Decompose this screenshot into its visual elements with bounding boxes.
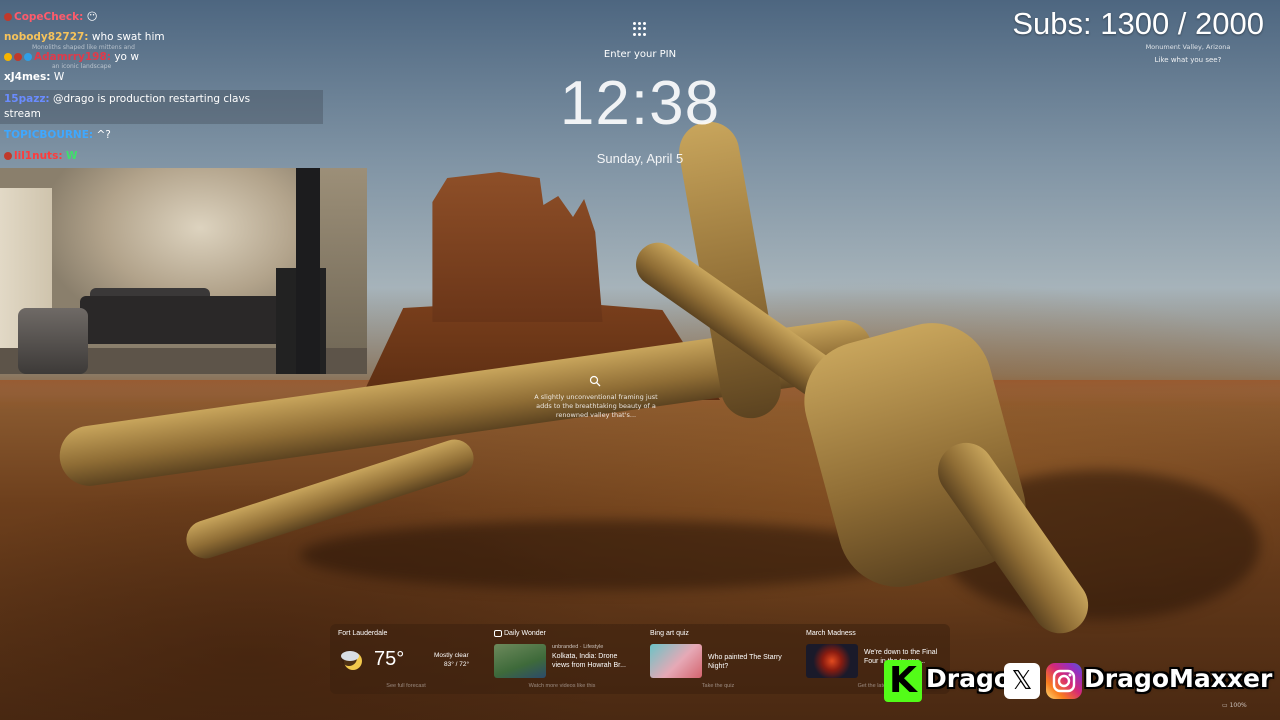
widget-footer[interactable]: See full forecast [330,683,482,689]
gem-icon [24,53,32,61]
chat-message: nobody82727: who swat him [4,31,165,43]
kick-icon: K [884,660,922,702]
chat-text: W [65,150,78,162]
crown-icon [4,53,12,61]
instagram-name: DragoMaxxer [1084,664,1273,693]
widget-footer[interactable]: Take the quiz [642,683,794,689]
chat-text: yo w [114,51,139,63]
chair [18,308,88,374]
pin-prompt[interactable]: Enter your PIN [580,49,700,60]
widget-source: unbranded · Lifestyle [552,644,604,650]
chat-user: TOPICBOURNE: [4,129,94,141]
instagram-icon [1046,663,1082,699]
bed [80,296,290,344]
spotlight-caption[interactable]: A slightly unconventional framing just a… [534,393,658,420]
badge-icon [14,53,22,61]
ghost-text: Monoliths shaped like mittens and [32,44,135,51]
widget-title: Fort Lauderdale [338,630,388,637]
webcam-feed [0,168,367,374]
chat-user: 15pazz: [4,93,50,105]
badge-icon [4,152,12,160]
chat-message: 15pazz: @drago is production restarting … [4,93,250,105]
chat-user: xJ4mes: [4,71,51,83]
chat-user: lil1nuts: [14,150,63,162]
widget-art-quiz[interactable]: Bing art quiz Who painted The Starry Nig… [642,624,794,694]
camera-icon [494,630,502,637]
chat-message: Adamrry198: yo w [4,51,139,63]
widget-thumbnail [494,644,546,678]
widget-headline: Kolkata, India: Drone views from Howrah … [552,653,626,669]
lock-clock: 12:38 [559,69,721,138]
chat-text: ^? [96,129,111,141]
chat-message: CopeCheck: 😶 [4,11,98,23]
spotlight-like-prompt[interactable]: Like what you see? [1120,56,1256,64]
widget-title: Bing art quiz [650,630,689,637]
butte [432,172,603,322]
chat-text: W [53,71,65,83]
system-tray: ▭ 100% [1222,702,1274,712]
widget-title: March Madness [806,630,856,637]
search-icon[interactable] [589,372,601,387]
battery-level: 100% [1229,702,1247,709]
widget-headline: Who painted The Starry Night? [708,654,782,670]
chat-message-cont: stream [4,108,41,120]
widget-footer[interactable]: Watch more videos like this [486,683,638,689]
chat-user: Adamrry198: [34,51,111,63]
widget-daily-wonder[interactable]: Daily Wonder unbranded · Lifestyle Kolka… [486,624,638,694]
weather-moon-icon [338,646,364,672]
widget-thumbnail [806,644,858,678]
chat-user: CopeCheck: [14,11,84,23]
kick-name: Drago [926,664,1012,693]
chat-message: lil1nuts: W [4,150,77,162]
widgets-bar: Fort Lauderdale 75° Mostly clear 83° / 7… [330,624,950,694]
x-icon: 𝕏 [1004,663,1040,699]
widget-title: Daily Wonder [504,630,546,637]
weather-temp: 75° [374,648,405,670]
tree-shadow [300,520,920,590]
network-icon: ▭ [1222,702,1228,709]
weather-range: 83° / 72° [444,661,470,668]
chat-message: xJ4mes: W [4,71,64,83]
widget-weather[interactable]: Fort Lauderdale 75° Mostly clear 83° / 7… [330,624,482,694]
chat-text: 😶 [86,11,98,23]
subs-goal: Subs: 1300 / 2000 [1012,6,1264,41]
room-pillar [296,168,320,374]
badge-icon [4,13,12,21]
grid-icon[interactable] [633,22,647,36]
chat-overlay: CopeCheck: 😶 nobody82727: who swat him M… [0,0,330,170]
ghost-text: an iconic landscape [52,63,112,70]
widget-thumbnail [650,644,702,678]
chat-text: @drago is production restarting clavs [52,93,251,105]
chat-message: TOPICBOURNE: ^? [4,129,111,141]
lock-date: Sunday, April 5 [596,151,684,166]
chat-text: who swat him [91,31,165,43]
spotlight-location: Monument Valley, Arizona [1145,43,1231,51]
social-overlay: K Drago 𝕏 DragoMaxxer [884,657,1273,705]
weather-condition: Mostly clear [434,652,469,659]
chat-user: nobody82727: [4,31,89,43]
